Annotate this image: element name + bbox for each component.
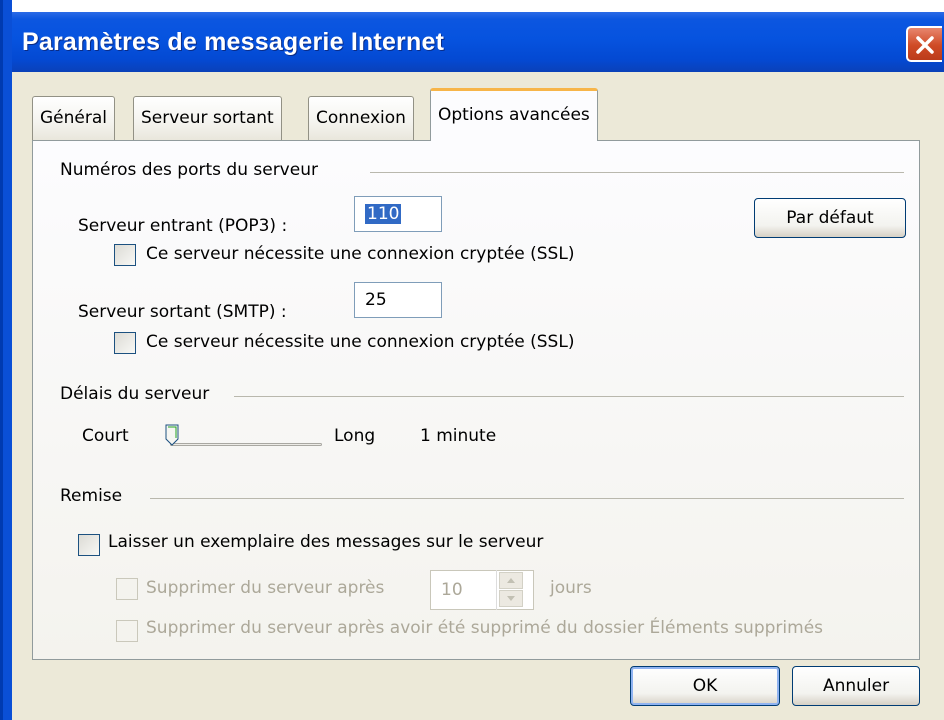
- default-ports-button[interactable]: Par défaut: [754, 198, 906, 238]
- timeout-value: 1 minute: [420, 426, 497, 446]
- incoming-port-input[interactable]: 110: [354, 196, 442, 232]
- group-divider: [234, 396, 904, 397]
- group-title-ports: Numéros des ports du serveur: [60, 160, 318, 180]
- tab-label: Serveur sortant: [141, 108, 274, 128]
- timeout-long-label: Long: [334, 426, 376, 446]
- spin-down-button[interactable]: [499, 590, 523, 607]
- remove-when-deleted-label: Supprimer du serveur après avoir été sup…: [146, 618, 824, 638]
- leave-copy-label[interactable]: Laisser un exemplaire des messages sur l…: [108, 532, 543, 552]
- incoming-ssl-checkbox[interactable]: [114, 244, 136, 266]
- close-x-icon: [916, 36, 934, 54]
- remove-after-checkbox[interactable]: [116, 578, 138, 600]
- remove-after-days-value: 10: [441, 580, 463, 600]
- tab-options-avancees[interactable]: Options avancées: [430, 88, 598, 141]
- outgoing-port-input[interactable]: 25: [354, 282, 442, 318]
- remove-when-deleted-checkbox[interactable]: [116, 620, 138, 642]
- dialog-window: Paramètres de messagerie Internet Généra…: [12, 12, 944, 720]
- ok-button[interactable]: OK: [630, 666, 780, 706]
- chevron-down-icon: [507, 596, 515, 601]
- tab-label: Connexion: [316, 108, 406, 128]
- leave-copy-checkbox[interactable]: [78, 534, 100, 556]
- close-button[interactable]: [906, 26, 942, 62]
- group-divider: [370, 172, 904, 173]
- window-title: Paramètres de messagerie Internet: [22, 28, 445, 56]
- tab-general[interactable]: Général: [32, 96, 115, 140]
- timeout-slider-thumb[interactable]: [165, 424, 179, 446]
- tab-label: Général: [40, 108, 107, 128]
- tab-serveur-sortant[interactable]: Serveur sortant: [133, 96, 282, 140]
- outgoing-ssl-label[interactable]: Ce serveur nécessite une connexion crypt…: [146, 332, 574, 352]
- incoming-server-label: Serveur entrant (POP3) :: [78, 216, 288, 236]
- desktop-window-border: [0, 0, 12, 720]
- chevron-up-icon: [507, 578, 515, 583]
- incoming-ssl-label[interactable]: Ce serveur nécessite une connexion crypt…: [146, 244, 574, 264]
- spin-up-button[interactable]: [499, 572, 523, 589]
- tab-connexion[interactable]: Connexion: [308, 96, 414, 140]
- outgoing-ssl-checkbox[interactable]: [114, 332, 136, 354]
- outgoing-server-label: Serveur sortant (SMTP) :: [78, 302, 287, 322]
- days-spinner[interactable]: [496, 570, 526, 610]
- outgoing-port-value: 25: [365, 290, 387, 310]
- group-divider: [150, 498, 904, 499]
- group-title-timeout: Délais du serveur: [60, 384, 210, 404]
- incoming-port-value: 110: [365, 204, 402, 224]
- group-title-delivery: Remise: [60, 486, 123, 506]
- timeout-slider-track[interactable]: [170, 443, 322, 446]
- tab-label: Options avancées: [438, 105, 590, 125]
- title-bar[interactable]: Paramètres de messagerie Internet: [12, 12, 944, 72]
- remove-after-unit: jours: [550, 578, 592, 598]
- cancel-button[interactable]: Annuler: [792, 666, 920, 706]
- timeout-short-label: Court: [82, 426, 129, 446]
- remove-after-label: Supprimer du serveur après: [146, 578, 385, 598]
